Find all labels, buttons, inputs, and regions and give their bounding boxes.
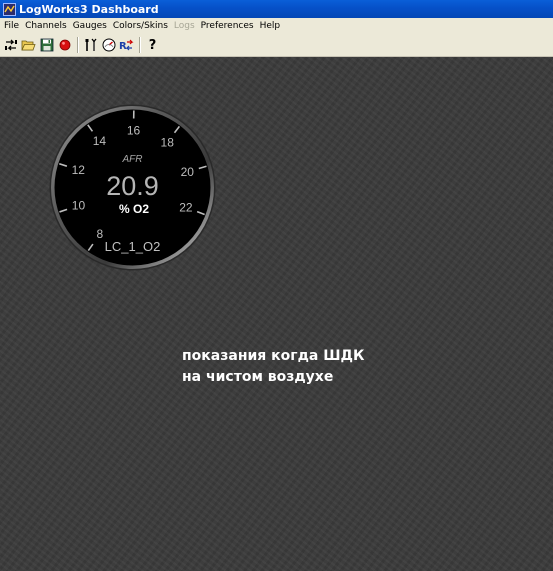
gauge-label: AFR <box>122 154 143 165</box>
connect-icon[interactable] <box>2 37 19 54</box>
gauge-tick-label-14: 14 <box>93 134 107 148</box>
screenshot-caption: показания когда ШДК на чистом воздухе <box>182 346 442 388</box>
gauge-value: 20.9 <box>106 171 159 201</box>
save-icon[interactable] <box>38 37 55 54</box>
menu-colors-skins[interactable]: Colors/Skins <box>110 18 171 34</box>
title-bar: LogWorks3 Dashboard <box>0 0 553 18</box>
gauge-settings-icon[interactable] <box>100 37 117 54</box>
afr-gauge[interactable]: 8 10 12 14 16 18 20 22 AFR 20.9 % O2 LC_1_O2 <box>48 103 217 272</box>
gauge-tick-label-22: 22 <box>179 200 193 214</box>
open-folder-icon[interactable] <box>20 37 37 54</box>
menu-file[interactable]: File <box>1 18 22 34</box>
gauge-tick-label-18: 18 <box>161 135 175 149</box>
gauge-units: % O2 <box>119 202 149 216</box>
toolbar-separator <box>139 37 141 53</box>
help-label: ? <box>148 37 157 53</box>
menu-channels[interactable]: Channels <box>22 18 70 34</box>
gauge-channel: LC_1_O2 <box>105 239 161 254</box>
menu-bar: File Channels Gauges Colors/Skins Logs P… <box>0 18 553 34</box>
menu-help[interactable]: Help <box>257 18 284 34</box>
gauge-tick-label-8: 8 <box>96 227 103 241</box>
gauge-tick-label-20: 20 <box>181 165 195 179</box>
app-logo-icon <box>2 2 16 16</box>
channel-sync-icon[interactable]: R <box>118 37 135 54</box>
menu-logs: Logs <box>173 21 195 31</box>
gauge-tick-label-16: 16 <box>127 124 141 138</box>
caption-line-1: показания когда ШДК <box>182 348 365 364</box>
toolbar: R ? <box>0 34 553 57</box>
help-icon[interactable]: ? <box>144 37 161 54</box>
caption-line-2: на чистом воздухе <box>182 369 334 385</box>
window-title: LogWorks3 Dashboard <box>19 2 159 16</box>
menu-gauges[interactable]: Gauges <box>70 18 110 34</box>
gauge-dial: 8 10 12 14 16 18 20 22 AFR 20.9 % O2 LC_1_O2 <box>49 104 216 271</box>
toolbar-separator <box>77 37 79 53</box>
gauge-tick-label-12: 12 <box>72 163 86 177</box>
tools-icon[interactable] <box>82 37 99 54</box>
menu-preferences[interactable]: Preferences <box>198 18 257 34</box>
gauge-tick-label-10: 10 <box>72 199 86 213</box>
svg-text:R: R <box>119 41 127 52</box>
record-icon[interactable] <box>56 37 73 54</box>
